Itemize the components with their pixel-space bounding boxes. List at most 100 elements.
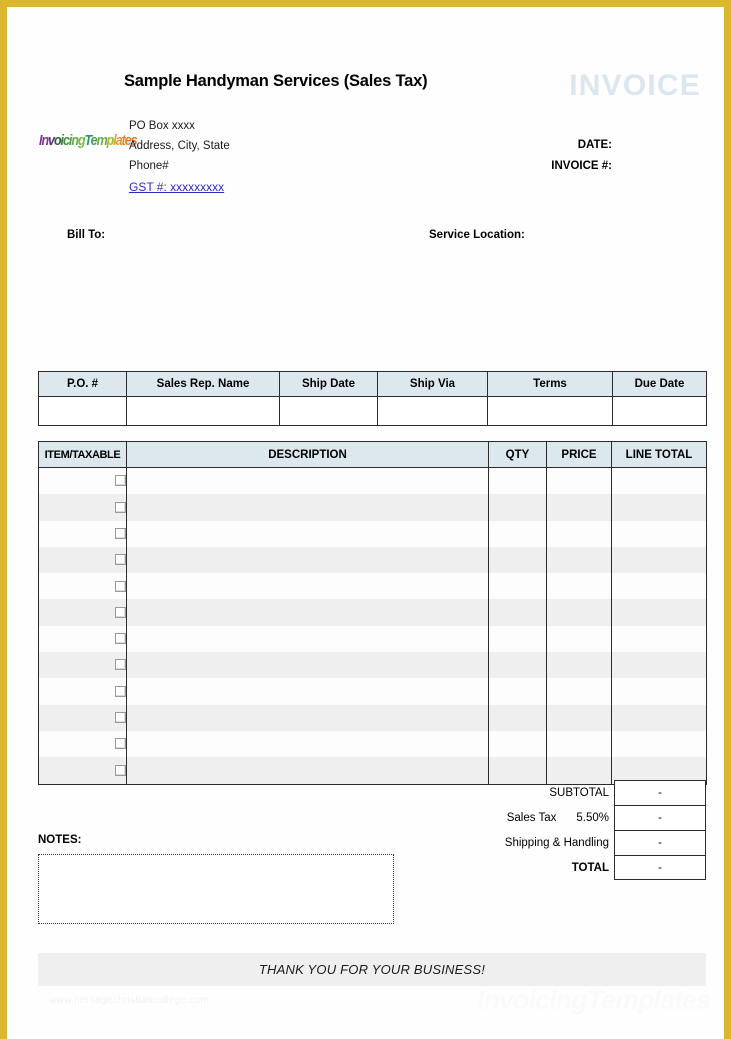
items-header-price: PRICE: [546, 441, 612, 468]
item-taxable-cell[interactable]: [38, 467, 127, 495]
invoice-watermark-title: INVOICE: [569, 69, 701, 102]
totals-row-sales-tax: Sales Tax 5.50% -: [474, 805, 706, 830]
item-line-total-cell[interactable]: [611, 599, 707, 626]
item-qty-cell[interactable]: [488, 625, 547, 653]
shipping-value[interactable]: -: [614, 830, 706, 855]
taxable-checkbox[interactable]: [115, 528, 126, 539]
meta-header-ship-date: Ship Date: [279, 371, 378, 397]
taxable-checkbox[interactable]: [115, 606, 126, 618]
item-description-cell[interactable]: [126, 573, 489, 600]
item-taxable-cell[interactable]: [38, 704, 127, 731]
item-price-cell[interactable]: [546, 599, 612, 626]
item-line-total-cell[interactable]: [611, 652, 707, 679]
meta-value-ship-via[interactable]: [377, 396, 488, 426]
taxable-checkbox[interactable]: [115, 685, 126, 697]
item-qty-cell[interactable]: [488, 599, 547, 626]
item-line-total-cell[interactable]: [611, 704, 707, 731]
meta-value-ship-date[interactable]: [279, 396, 378, 426]
item-price-cell[interactable]: [546, 730, 612, 758]
item-taxable-cell[interactable]: [38, 652, 127, 679]
item-line-total-cell[interactable]: [611, 625, 707, 653]
item-taxable-cell[interactable]: [38, 573, 127, 600]
item-taxable-cell[interactable]: [38, 678, 127, 705]
taxable-checkbox[interactable]: [115, 712, 126, 724]
address-line-3: Phone#: [129, 160, 169, 172]
item-taxable-cell[interactable]: [38, 599, 127, 626]
sales-tax-value[interactable]: -: [614, 805, 706, 830]
item-taxable-cell[interactable]: [38, 520, 127, 547]
item-description-cell[interactable]: [126, 704, 489, 731]
item-description-cell[interactable]: [126, 494, 489, 521]
totals-row-total: TOTAL -: [474, 855, 706, 880]
item-taxable-cell[interactable]: [38, 757, 127, 785]
item-line-total-cell[interactable]: [611, 546, 707, 574]
item-description-cell[interactable]: [126, 599, 489, 626]
total-value[interactable]: -: [614, 855, 706, 880]
item-price-cell[interactable]: [546, 546, 612, 574]
meta-value-po[interactable]: [38, 396, 127, 426]
taxable-checkbox[interactable]: [115, 738, 126, 750]
item-price-cell[interactable]: [546, 652, 612, 679]
item-price-cell[interactable]: [546, 467, 612, 495]
taxable-checkbox[interactable]: [115, 633, 126, 645]
item-description-cell[interactable]: [126, 757, 489, 785]
meta-value-due-date[interactable]: [612, 396, 707, 426]
invoicing-templates-logo: InvoicingTemplates: [39, 134, 138, 149]
item-price-cell[interactable]: [546, 625, 612, 653]
item-description-cell[interactable]: [126, 520, 489, 547]
item-qty-cell[interactable]: [488, 467, 547, 495]
table-row: [38, 520, 707, 547]
item-qty-cell[interactable]: [488, 704, 547, 731]
taxable-checkbox[interactable]: [115, 764, 126, 776]
item-taxable-cell[interactable]: [38, 730, 127, 758]
sales-tax-rate[interactable]: 5.50%: [576, 812, 609, 824]
meta-value-sales-rep[interactable]: [126, 396, 280, 426]
item-description-cell[interactable]: [126, 730, 489, 758]
item-description-cell[interactable]: [126, 467, 489, 495]
item-description-cell[interactable]: [126, 652, 489, 679]
item-description-cell[interactable]: [126, 625, 489, 653]
table-row: [38, 573, 707, 600]
meta-header-po: P.O. #: [38, 371, 127, 397]
taxable-checkbox[interactable]: [115, 475, 126, 487]
item-qty-cell[interactable]: [488, 573, 547, 600]
item-line-total-cell[interactable]: [611, 494, 707, 521]
item-line-total-cell[interactable]: [611, 520, 707, 547]
item-price-cell[interactable]: [546, 704, 612, 731]
taxable-checkbox[interactable]: [115, 659, 126, 671]
date-label: DATE:: [577, 139, 612, 151]
item-qty-cell[interactable]: [488, 678, 547, 705]
taxable-checkbox[interactable]: [115, 580, 126, 592]
order-meta-table: P.O. # Sales Rep. Name Ship Date Ship Vi…: [38, 371, 707, 426]
taxable-checkbox[interactable]: [115, 554, 126, 566]
items-header-item-taxable: ITEM/TAXABLE: [38, 441, 127, 468]
sales-tax-label-group: Sales Tax 5.50%: [474, 805, 614, 830]
item-line-total-cell[interactable]: [611, 467, 707, 495]
item-price-cell[interactable]: [546, 494, 612, 521]
item-qty-cell[interactable]: [488, 546, 547, 574]
item-qty-cell[interactable]: [488, 652, 547, 679]
notes-input[interactable]: [38, 854, 394, 924]
meta-value-terms[interactable]: [487, 396, 613, 426]
item-description-cell[interactable]: [126, 678, 489, 705]
subtotal-value[interactable]: -: [614, 780, 706, 805]
item-price-cell[interactable]: [546, 520, 612, 547]
item-taxable-cell[interactable]: [38, 546, 127, 574]
item-price-cell[interactable]: [546, 573, 612, 600]
item-taxable-cell[interactable]: [38, 494, 127, 521]
item-line-total-cell[interactable]: [611, 730, 707, 758]
item-line-total-cell[interactable]: [611, 573, 707, 600]
address-line-2: Address, City, State: [129, 140, 230, 152]
item-line-total-cell[interactable]: [611, 678, 707, 705]
item-taxable-cell[interactable]: [38, 625, 127, 653]
company-title: Sample Handyman Services (Sales Tax): [124, 72, 428, 90]
item-description-cell[interactable]: [126, 546, 489, 574]
taxable-checkbox[interactable]: [115, 501, 126, 513]
gst-number-link[interactable]: GST #: xxxxxxxxx: [129, 180, 224, 194]
item-qty-cell[interactable]: [488, 494, 547, 521]
bill-to-label: Bill To:: [67, 229, 106, 241]
shipping-label: Shipping & Handling: [504, 836, 609, 849]
item-price-cell[interactable]: [546, 678, 612, 705]
item-qty-cell[interactable]: [488, 520, 547, 547]
item-qty-cell[interactable]: [488, 730, 547, 758]
